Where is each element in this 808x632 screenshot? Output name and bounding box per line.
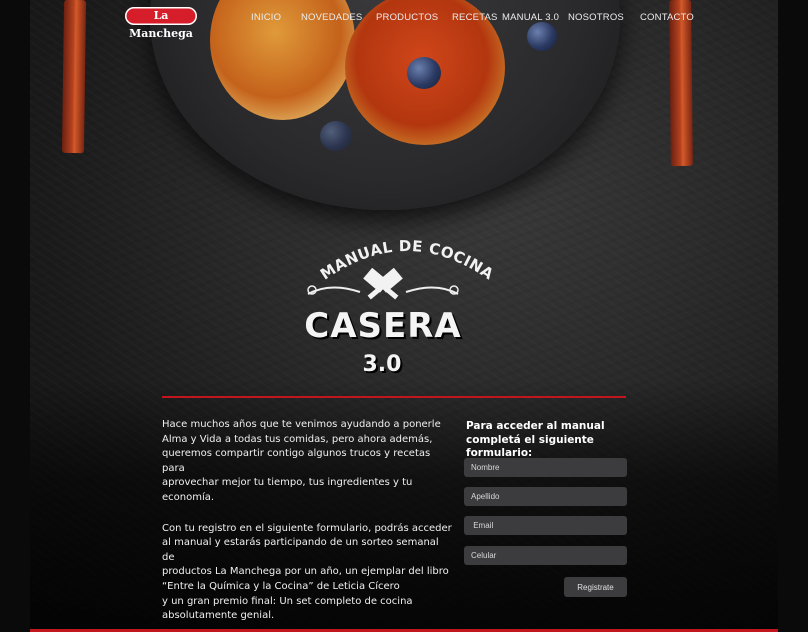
register-button[interactable]: Registrate <box>564 577 627 597</box>
section-divider <box>162 396 626 398</box>
emblem-title: CASERA <box>304 306 462 346</box>
intro-line: Hace muchos años que te venimos ayudando… <box>162 419 441 430</box>
intro-line: aprovechar mejor tu tiempo, tus ingredie… <box>162 477 413 503</box>
crossed-cleavers-icon <box>307 268 459 300</box>
nav-item-productos[interactable]: PRODUCTOS <box>376 12 438 23</box>
nav-item-novedades[interactable]: NOVEDADES <box>301 12 362 23</box>
intro-line: productos La Manchega por un año, un eje… <box>162 566 449 578</box>
intro-line: al manual y estarás participando de un s… <box>162 537 439 563</box>
right-frame <box>778 0 808 632</box>
blueberry <box>320 121 352 151</box>
intro-paragraph-1: Hace muchos años que te venimos ayudando… <box>162 418 452 506</box>
intro-line: “Entre la Química y la Cocina” de Letici… <box>162 580 400 592</box>
blueberry <box>527 22 557 51</box>
blueberry <box>407 57 441 89</box>
left-frame <box>0 0 30 632</box>
apellido-input[interactable] <box>464 487 627 506</box>
celular-input[interactable] <box>464 546 627 565</box>
form-heading-line2: completá el siguiente formulario: <box>466 433 594 460</box>
main-nav: INICIO NOVEDADES PRODUCTOS RECETAS MANUA… <box>0 12 808 26</box>
nombre-input[interactable] <box>464 458 627 477</box>
nav-item-nosotros[interactable]: NOSOTROS <box>568 12 624 23</box>
intro-line: Con tu registro en el siguiente formular… <box>162 522 452 534</box>
intro-line: queremos compartir contigo algunos truco… <box>162 448 431 474</box>
email-input[interactable] <box>464 516 627 535</box>
nav-item-inicio[interactable]: INICIO <box>251 12 281 23</box>
emblem-version: 3.0 <box>362 352 402 377</box>
intro-line: absolutamente genial. <box>162 610 275 622</box>
form-heading: Para acceder al manual completá el sigui… <box>466 420 641 461</box>
intro-line: Alma y Vida a todas tus comidas, pero ah… <box>162 433 433 445</box>
intro-text: Hace muchos años que te venimos ayudando… <box>162 418 452 632</box>
nav-item-recetas[interactable]: RECETAS <box>452 12 498 23</box>
intro-paragraph-2: Con tu registro en el siguiente formular… <box>162 522 452 624</box>
intro-line: y un gran premio final: Un set completo … <box>162 595 413 607</box>
form-heading-line1: Para acceder al manual <box>466 420 605 432</box>
nav-item-manual[interactable]: MANUAL 3.0 <box>502 12 559 23</box>
nav-item-contacto[interactable]: CONTACTO <box>640 12 694 23</box>
landing-page: La Manchega INICIO NOVEDADES PRODUCTOS R… <box>0 0 808 632</box>
